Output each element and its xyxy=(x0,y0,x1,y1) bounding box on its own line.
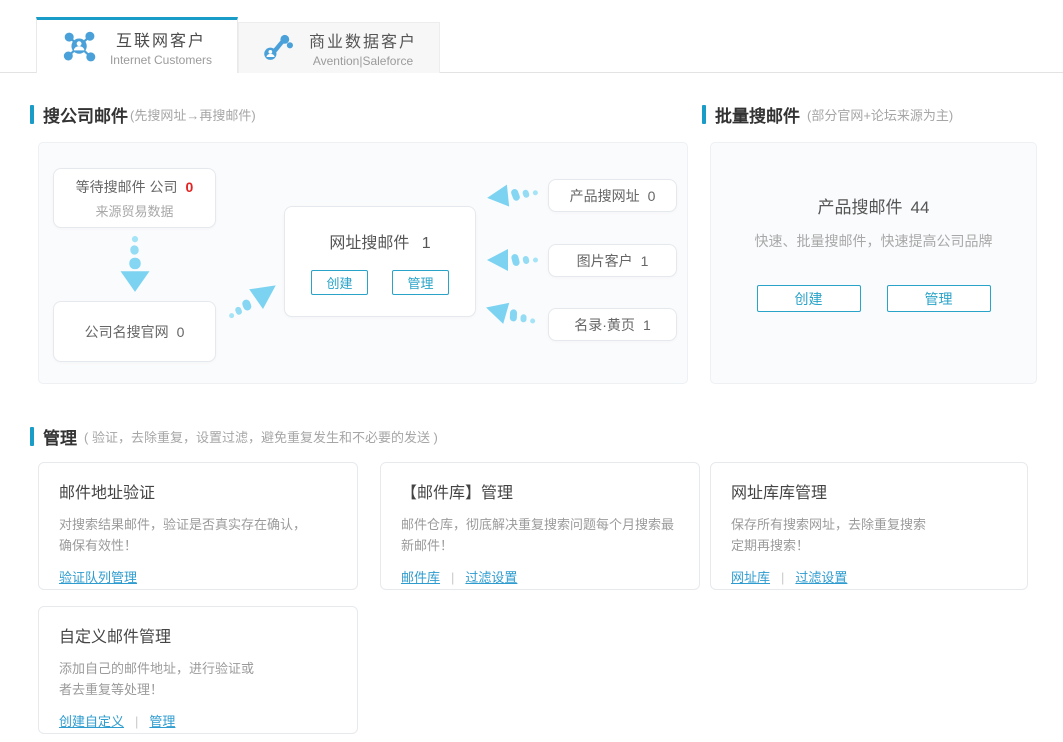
arrow-left-icon xyxy=(486,246,542,274)
card-title: 自定义邮件管理 xyxy=(59,623,337,647)
batch-search-email-header: 批量搜邮件 (部分官网+论坛来源为主) xyxy=(702,103,1037,125)
arrow-left-icon xyxy=(485,178,544,212)
product-search-email-count: 44 xyxy=(911,198,930,217)
card-body-line: 确保有效性！ xyxy=(59,536,337,557)
create-button[interactable]: 创建 xyxy=(757,285,861,312)
section-title: 搜公司邮件 xyxy=(43,102,128,127)
create-custom-link[interactable]: 创建自定义 xyxy=(59,714,124,729)
card-title: 【邮件库】管理 xyxy=(401,479,679,503)
arrow-left-icon xyxy=(481,294,543,336)
url-search-email-line: 网址搜邮件 1 xyxy=(329,229,430,253)
url-library-link[interactable]: 网址库 xyxy=(731,570,770,585)
link-separator: | xyxy=(781,570,784,585)
verification-queue-link[interactable]: 验证队列管理 xyxy=(59,570,137,585)
manage-button[interactable]: 管理 xyxy=(392,270,449,295)
url-search-email-box: 网址搜邮件 1 创建 管理 xyxy=(284,206,476,317)
section-accent-bar xyxy=(30,105,34,124)
section-subtitle: ( 验证，去除重复，设置过滤，避免重复发生和不必要的发送 ) xyxy=(84,427,438,446)
email-library-link[interactable]: 邮件库 xyxy=(401,570,440,585)
section-title: 批量搜邮件 xyxy=(715,102,800,127)
arrow-down-icon xyxy=(116,235,154,295)
waiting-companies-source: 来源贸易数据 xyxy=(95,201,173,220)
tab-title: 商业数据客户 xyxy=(309,28,417,52)
product-search-url-label: 产品搜网址 xyxy=(570,186,640,206)
tab-business-data-customers-text: 商业数据客户 Avention|Saleforce xyxy=(309,28,417,68)
filter-settings-link[interactable]: 过滤设置 xyxy=(795,570,847,585)
card-body-line: 邮件仓库，彻底解决重复搜索问题每个月搜索最 xyxy=(401,515,679,536)
waiting-companies-box: 等待搜邮件 公司 0 来源贸易数据 xyxy=(53,168,216,228)
card-body-line: 新邮件！ xyxy=(401,536,679,557)
product-search-url-count: 0 xyxy=(648,188,656,204)
image-customers-label: 图片客户 xyxy=(577,251,633,271)
manage-link[interactable]: 管理 xyxy=(149,714,175,729)
card-body-line: 对搜索结果邮件，验证是否真实存在确认， xyxy=(59,515,337,536)
url-search-email-label: 网址搜邮件 xyxy=(329,235,409,252)
product-search-url-box: 产品搜网址 0 xyxy=(548,179,677,212)
card-body: 添加自己的邮件地址，进行验证或 者去重复等处理！ xyxy=(59,659,337,701)
link-person-icon xyxy=(261,30,297,66)
card-body: 对搜索结果邮件，验证是否真实存在确认， 确保有效性！ xyxy=(59,515,337,557)
tab-subtitle: Internet Customers xyxy=(110,53,212,67)
product-search-email-label: 产品搜邮件 xyxy=(818,198,903,217)
batch-panel-subtitle: 快速、批量搜邮件，快速提高公司品牌 xyxy=(755,231,993,251)
link-separator: | xyxy=(451,570,454,585)
company-name-label: 公司名搜官网 xyxy=(85,324,169,340)
waiting-companies-line: 等待搜邮件 公司 0 xyxy=(76,177,194,197)
card-body-line: 添加自己的邮件地址，进行验证或 xyxy=(59,659,337,680)
section-subtitle: (部分官网+论坛来源为主) xyxy=(807,105,953,124)
link-separator: | xyxy=(135,714,138,729)
company-name-search-box: 公司名搜官网 0 xyxy=(53,301,216,362)
company-name-count: 0 xyxy=(177,324,185,340)
product-search-email-line: 产品搜邮件 44 xyxy=(818,193,930,218)
directory-yellowpages-count: 1 xyxy=(643,317,651,333)
tab-subtitle: Avention|Saleforce xyxy=(309,54,417,68)
tab-internet-customers[interactable]: 互联网客户 Internet Customers xyxy=(36,17,238,73)
image-customers-box: 图片客户 1 xyxy=(548,244,677,277)
email-library-card: 【邮件库】管理 邮件仓库，彻底解决重复搜索问题每个月搜索最 新邮件！ 邮件库 | 过… xyxy=(380,462,700,590)
network-users-icon xyxy=(62,29,98,65)
search-flow-panel: 等待搜邮件 公司 0 来源贸易数据 公司名搜官网 0 xyxy=(38,142,688,384)
tab-internet-customers-text: 互联网客户 Internet Customers xyxy=(110,27,212,67)
card-title: 网址库库管理 xyxy=(731,479,1007,503)
tab-title: 互联网客户 xyxy=(110,27,212,51)
directory-yellowpages-label: 名录·黄页 xyxy=(574,315,635,335)
manage-button[interactable]: 管理 xyxy=(887,285,991,312)
directory-yellowpages-box: 名录·黄页 1 xyxy=(548,308,677,341)
email-verification-card: 邮件地址验证 对搜索结果邮件，验证是否真实存在确认， 确保有效性！ 验证队列管理 xyxy=(38,462,358,590)
arrow-up-right-icon xyxy=(217,271,286,333)
waiting-companies-count: 0 xyxy=(186,179,194,195)
search-company-email-header: 搜公司邮件 (先搜网址→再搜邮件) xyxy=(30,103,688,125)
section-title: 管理 xyxy=(43,424,77,449)
url-library-card: 网址库库管理 保存所有搜索网址，去除重复搜索 定期再搜索！ 网址库 | 过滤设置 xyxy=(710,462,1028,590)
tab-business-data-customers[interactable]: 商业数据客户 Avention|Saleforce xyxy=(238,22,440,73)
company-name-line: 公司名搜官网 0 xyxy=(85,322,185,342)
custom-email-card: 自定义邮件管理 添加自己的邮件地址，进行验证或 者去重复等处理！ 创建自定义 | 管… xyxy=(38,606,358,734)
batch-search-panel: 产品搜邮件 44 快速、批量搜邮件，快速提高公司品牌 创建 管理 xyxy=(710,142,1037,384)
card-body: 保存所有搜索网址，去除重复搜索 定期再搜索！ xyxy=(731,515,1007,557)
top-tab-bar: 互联网客户 Internet Customers 商业数据客户 Avention… xyxy=(0,0,1063,73)
card-body-line: 者去重复等处理！ xyxy=(59,680,337,701)
card-body-line: 保存所有搜索网址，去除重复搜索 xyxy=(731,515,1007,536)
section-accent-bar xyxy=(30,427,34,446)
card-title: 邮件地址验证 xyxy=(59,479,337,503)
section-subtitle: (先搜网址→再搜邮件) xyxy=(130,105,256,124)
card-body: 邮件仓库，彻底解决重复搜索问题每个月搜索最 新邮件！ xyxy=(401,515,679,557)
image-customers-count: 1 xyxy=(641,253,649,269)
manage-section-header: 管理 ( 验证，去除重复，设置过滤，避免重复发生和不必要的发送 ) xyxy=(30,425,1037,447)
filter-settings-link[interactable]: 过滤设置 xyxy=(465,570,517,585)
card-body-line: 定期再搜索！ xyxy=(731,536,1007,557)
section-accent-bar xyxy=(702,105,706,124)
url-search-email-count: 1 xyxy=(422,235,431,252)
create-button[interactable]: 创建 xyxy=(311,270,368,295)
waiting-companies-label: 等待搜邮件 公司 xyxy=(76,179,178,195)
